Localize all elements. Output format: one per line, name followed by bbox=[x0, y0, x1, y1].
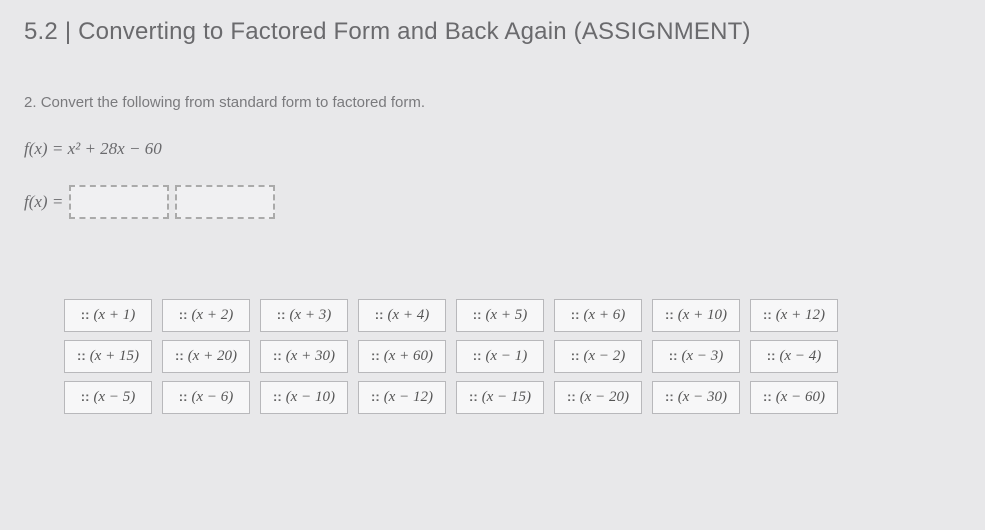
drop-zone-1[interactable] bbox=[69, 185, 169, 219]
tile-label: (x + 6) bbox=[583, 307, 625, 323]
tile[interactable]: ::(x + 12) bbox=[750, 299, 838, 332]
drag-handle-icon: :: bbox=[179, 307, 188, 322]
tile-label: (x − 4) bbox=[779, 348, 821, 364]
tiles-row-1: ::(x + 1) ::(x + 2) ::(x + 3) ::(x + 4) … bbox=[64, 299, 961, 332]
tile-label: (x + 4) bbox=[387, 307, 429, 323]
tile[interactable]: ::(x − 30) bbox=[652, 381, 740, 414]
tile[interactable]: ::(x + 2) bbox=[162, 299, 250, 332]
drag-handle-icon: :: bbox=[763, 307, 772, 322]
tile[interactable]: ::(x + 6) bbox=[554, 299, 642, 332]
tile-label: (x + 1) bbox=[93, 307, 135, 323]
drag-handle-icon: :: bbox=[571, 307, 580, 322]
tiles-container: ::(x + 1) ::(x + 2) ::(x + 3) ::(x + 4) … bbox=[24, 299, 961, 414]
drag-handle-icon: :: bbox=[81, 307, 90, 322]
tile[interactable]: ::(x + 15) bbox=[64, 340, 152, 373]
drag-handle-icon: :: bbox=[175, 348, 184, 363]
given-formula: f(x) = x² + 28x − 60 bbox=[24, 139, 961, 159]
drag-handle-icon: :: bbox=[371, 389, 380, 404]
question-prompt: 2. Convert the following from standard f… bbox=[24, 94, 961, 111]
tiles-row-2: ::(x + 15) ::(x + 20) ::(x + 30) ::(x + … bbox=[64, 340, 961, 373]
answer-prefix: f(x) = bbox=[24, 192, 63, 212]
tile-label: (x − 20) bbox=[580, 389, 629, 405]
answer-row: f(x) = bbox=[24, 185, 961, 219]
tile-label: (x − 1) bbox=[485, 348, 527, 364]
tile[interactable]: ::(x − 12) bbox=[358, 381, 446, 414]
tile-label: (x + 2) bbox=[191, 307, 233, 323]
tile[interactable]: ::(x − 15) bbox=[456, 381, 544, 414]
drag-handle-icon: :: bbox=[665, 389, 674, 404]
tile-label: (x − 5) bbox=[93, 389, 135, 405]
tile[interactable]: ::(x + 1) bbox=[64, 299, 152, 332]
tile-label: (x + 20) bbox=[188, 348, 237, 364]
drag-handle-icon: :: bbox=[371, 348, 380, 363]
drag-handle-icon: :: bbox=[669, 348, 678, 363]
tile[interactable]: ::(x + 10) bbox=[652, 299, 740, 332]
tile[interactable]: ::(x + 4) bbox=[358, 299, 446, 332]
tile[interactable]: ::(x − 4) bbox=[750, 340, 838, 373]
question-number: 2. bbox=[24, 94, 37, 111]
tile[interactable]: ::(x − 5) bbox=[64, 381, 152, 414]
drag-handle-icon: :: bbox=[763, 389, 772, 404]
tile-label: (x + 12) bbox=[776, 307, 825, 323]
tile-label: (x − 2) bbox=[583, 348, 625, 364]
tile-label: (x − 30) bbox=[678, 389, 727, 405]
question-text: Convert the following from standard form… bbox=[41, 94, 425, 111]
drag-handle-icon: :: bbox=[273, 389, 282, 404]
drag-handle-icon: :: bbox=[273, 348, 282, 363]
drag-handle-icon: :: bbox=[77, 348, 86, 363]
tile-label: (x + 5) bbox=[485, 307, 527, 323]
drag-handle-icon: :: bbox=[665, 307, 674, 322]
drag-handle-icon: :: bbox=[469, 389, 478, 404]
tile[interactable]: ::(x + 60) bbox=[358, 340, 446, 373]
tile-label: (x − 6) bbox=[191, 389, 233, 405]
tile[interactable]: ::(x − 20) bbox=[554, 381, 642, 414]
tile[interactable]: ::(x − 3) bbox=[652, 340, 740, 373]
drag-handle-icon: :: bbox=[567, 389, 576, 404]
drag-handle-icon: :: bbox=[277, 307, 286, 322]
drag-handle-icon: :: bbox=[767, 348, 776, 363]
tile[interactable]: ::(x − 10) bbox=[260, 381, 348, 414]
tile[interactable]: ::(x − 60) bbox=[750, 381, 838, 414]
drag-handle-icon: :: bbox=[473, 348, 482, 363]
drag-handle-icon: :: bbox=[473, 307, 482, 322]
drag-handle-icon: :: bbox=[571, 348, 580, 363]
tile-label: (x + 30) bbox=[286, 348, 335, 364]
page-title: 5.2 | Converting to Factored Form and Ba… bbox=[24, 18, 961, 46]
tile-label: (x − 10) bbox=[286, 389, 335, 405]
tile-label: (x + 3) bbox=[289, 307, 331, 323]
tile-label: (x − 15) bbox=[482, 389, 531, 405]
tile-label: (x + 15) bbox=[90, 348, 139, 364]
tiles-row-3: ::(x − 5) ::(x − 6) ::(x − 10) ::(x − 12… bbox=[64, 381, 961, 414]
tile[interactable]: ::(x + 20) bbox=[162, 340, 250, 373]
drag-handle-icon: :: bbox=[81, 389, 90, 404]
tile[interactable]: ::(x + 30) bbox=[260, 340, 348, 373]
tile[interactable]: ::(x + 3) bbox=[260, 299, 348, 332]
tile-label: (x − 60) bbox=[776, 389, 825, 405]
tile-label: (x + 60) bbox=[384, 348, 433, 364]
tile-label: (x − 3) bbox=[681, 348, 723, 364]
drag-handle-icon: :: bbox=[179, 389, 188, 404]
tile[interactable]: ::(x − 6) bbox=[162, 381, 250, 414]
tile[interactable]: ::(x + 5) bbox=[456, 299, 544, 332]
tile-label: (x − 12) bbox=[384, 389, 433, 405]
tile[interactable]: ::(x − 1) bbox=[456, 340, 544, 373]
drop-zone-2[interactable] bbox=[175, 185, 275, 219]
drag-handle-icon: :: bbox=[375, 307, 384, 322]
tile-label: (x + 10) bbox=[678, 307, 727, 323]
tile[interactable]: ::(x − 2) bbox=[554, 340, 642, 373]
